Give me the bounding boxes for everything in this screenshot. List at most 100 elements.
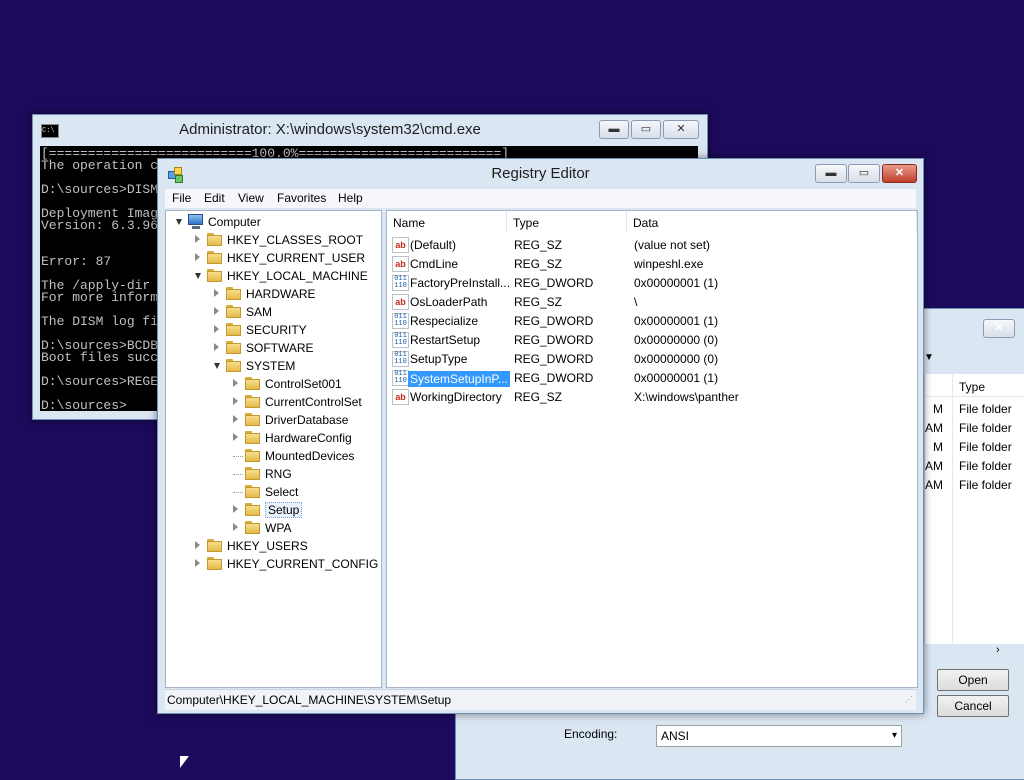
close-icon: ✕ — [994, 322, 1004, 334]
cmd-minimize-button[interactable]: ▬ — [599, 120, 629, 139]
collapsed-arrow-icon[interactable] — [233, 415, 238, 423]
tree-node-label: HKEY_CLASSES_ROOT — [227, 233, 364, 247]
value-row[interactable]: 011 110 SetupType REG_DWORD 0x00000000 (0) — [387, 349, 917, 368]
value-row[interactable]: ab (Default) REG_SZ (value not set) — [387, 235, 917, 254]
cmd-close-button[interactable]: ✕ — [663, 120, 699, 139]
menu-favorites[interactable]: Favorites — [277, 191, 326, 205]
file-date-fragment: M — [933, 402, 943, 416]
column-header-type[interactable]: Type — [507, 211, 627, 233]
collapsed-arrow-icon[interactable] — [214, 307, 219, 315]
column-header-type[interactable]: Type — [959, 380, 985, 394]
value-type: REG_SZ — [514, 238, 563, 252]
collapsed-arrow-icon[interactable] — [195, 235, 200, 243]
tree-node-label: HKEY_USERS — [227, 539, 308, 553]
tree-node-label: MountedDevices — [265, 449, 355, 463]
menu-file[interactable]: File — [172, 191, 191, 205]
dialog-file-row[interactable]: M File folder — [925, 437, 1024, 456]
value-type: REG_SZ — [514, 390, 563, 404]
file-date-fragment: AM — [925, 421, 943, 435]
mouse-cursor-icon — [180, 756, 189, 768]
expanded-arrow-icon[interactable] — [214, 363, 220, 369]
dialog-file-row[interactable]: M File folder — [925, 399, 1024, 418]
tree-connector — [233, 492, 243, 493]
collapsed-arrow-icon[interactable] — [214, 325, 219, 333]
binary-value-icon: 011 110 — [392, 275, 409, 291]
console-line: D:\sources>REGE — [41, 374, 159, 389]
value-row[interactable]: 011 110 FactoryPreInstall... REG_DWORD 0x00… — [387, 273, 917, 292]
regedit-minimize-button[interactable]: ▬ — [815, 164, 847, 183]
dropdown-arrow-icon[interactable]: ▼ — [924, 352, 934, 363]
tree-node-label: SAM — [246, 305, 273, 319]
close-icon: ✕ — [676, 123, 686, 135]
tree-node-label: HARDWARE — [246, 287, 316, 301]
value-name: WorkingDirectory — [410, 390, 502, 404]
encoding-select[interactable]: ANSI ▾ — [656, 725, 902, 747]
column-header-data[interactable]: Data — [627, 211, 917, 233]
resize-grip-icon[interactable]: ⋰ — [905, 695, 913, 704]
dialog-file-row[interactable]: AM File folder — [925, 418, 1024, 437]
menu-bar: File Edit View Favorites Help — [165, 189, 916, 208]
binary-value-icon: 011 110 — [392, 332, 409, 348]
collapsed-arrow-icon[interactable] — [233, 397, 238, 405]
expanded-arrow-icon[interactable] — [195, 273, 201, 279]
value-row[interactable]: ab CmdLine REG_SZ winpeshl.exe — [387, 254, 917, 273]
expanded-arrow-icon[interactable] — [176, 219, 182, 225]
value-name: SystemSetupInP... — [408, 371, 510, 387]
dialog-file-row[interactable]: AM File folder — [925, 456, 1024, 475]
console-line: The DISM log fi — [41, 314, 159, 329]
value-data: 0x00000001 (1) — [634, 276, 719, 290]
dialog-file-row[interactable]: AM File folder — [925, 475, 1024, 494]
file-type: File folder — [959, 421, 1012, 435]
value-type: REG_DWORD — [514, 371, 594, 385]
maximize-icon: ▭ — [858, 167, 870, 179]
tree-node-label: HKEY_LOCAL_MACHINE — [227, 269, 368, 283]
tree-node-label: WPA — [265, 521, 292, 535]
collapsed-arrow-icon[interactable] — [195, 559, 200, 567]
value-row[interactable]: 011 110 RestartSetup REG_DWORD 0x00000000 (… — [387, 330, 917, 349]
cmd-titlebar[interactable]: C:\ Administrator: X:\windows\system32\c… — [33, 115, 707, 145]
minimize-icon: ▬ — [608, 123, 620, 135]
menu-edit[interactable]: Edit — [204, 191, 225, 205]
value-type: REG_SZ — [514, 257, 563, 271]
value-data: 0x00000001 (1) — [634, 371, 719, 385]
encoding-label: Encoding: — [564, 727, 618, 741]
collapsed-arrow-icon[interactable] — [233, 505, 238, 513]
regedit-close-button[interactable]: ✕ — [882, 164, 917, 183]
string-value-icon: ab — [392, 389, 409, 405]
binary-value-icon: 011 110 — [392, 313, 409, 329]
value-row[interactable]: ab OsLoaderPath REG_SZ \ — [387, 292, 917, 311]
dialog-close-button[interactable]: ✕ — [983, 319, 1015, 338]
regedit-maximize-button[interactable]: ▭ — [848, 164, 880, 183]
cmd-maximize-button[interactable]: ▭ — [631, 120, 661, 139]
folder-icon — [245, 431, 260, 444]
collapsed-arrow-icon[interactable] — [195, 253, 200, 261]
file-type: File folder — [959, 402, 1012, 416]
scroll-right-icon[interactable]: › — [996, 644, 1000, 656]
collapsed-arrow-icon[interactable] — [214, 289, 219, 297]
tree-node-label: SOFTWARE — [246, 341, 314, 355]
file-date-fragment: AM — [925, 478, 943, 492]
cancel-button[interactable]: Cancel — [937, 695, 1009, 717]
value-list[interactable]: Name Type Data ab (Default) REG_SZ (value n… — [386, 210, 918, 688]
collapsed-arrow-icon[interactable] — [233, 379, 238, 387]
collapsed-arrow-icon[interactable] — [233, 433, 238, 441]
folder-icon — [226, 323, 241, 336]
collapsed-arrow-icon[interactable] — [233, 523, 238, 531]
value-row[interactable]: 011 110 SystemSetupInP... REG_DWORD 0x00000… — [387, 368, 917, 387]
menu-help[interactable]: Help — [338, 191, 363, 205]
open-button[interactable]: Open — [937, 669, 1009, 691]
tree-node-label: HardwareConfig — [265, 431, 352, 445]
value-data: X:\windows\panther — [634, 390, 739, 404]
menu-view[interactable]: View — [238, 191, 264, 205]
regedit-titlebar[interactable]: Registry Editor ▬ ▭ ✕ — [158, 159, 923, 189]
collapsed-arrow-icon[interactable] — [195, 541, 200, 549]
key-tree[interactable]: Computer HKEY_CLASSES_ROOT HKEY_CURRENT_US… — [165, 210, 382, 688]
value-row[interactable]: ab WorkingDirectory REG_SZ X:\windows\panth… — [387, 387, 917, 406]
value-type: REG_DWORD — [514, 333, 594, 347]
collapsed-arrow-icon[interactable] — [214, 343, 219, 351]
value-row[interactable]: 011 110 Respecialize REG_DWORD 0x00000001 (… — [387, 311, 917, 330]
tree-node-label: Select — [265, 485, 299, 499]
folder-icon — [245, 503, 260, 516]
folder-icon — [226, 359, 241, 372]
column-header-name[interactable]: Name — [387, 211, 507, 233]
